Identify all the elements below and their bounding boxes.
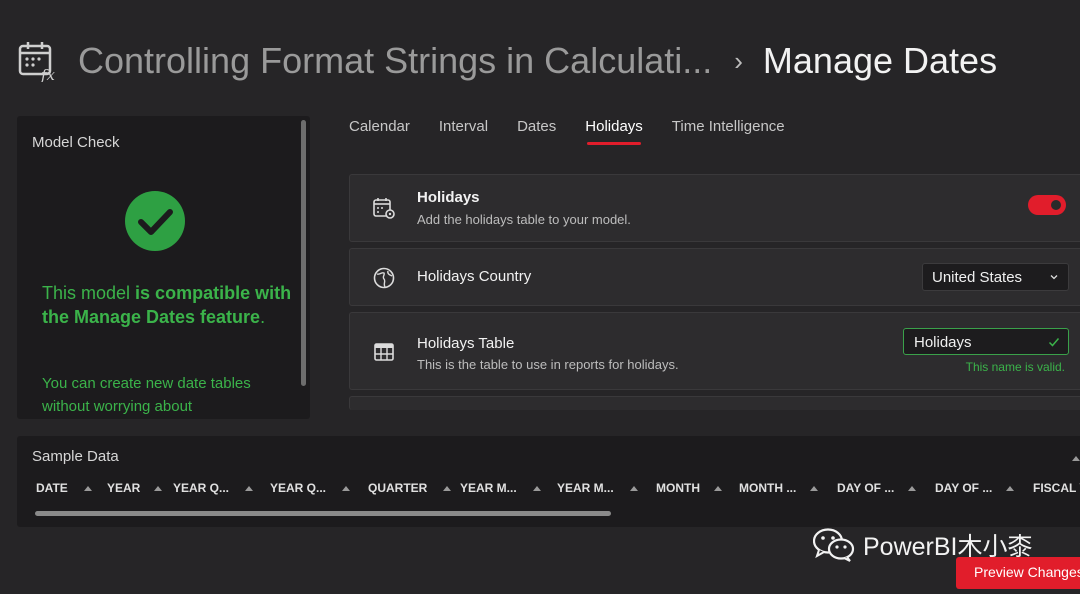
compatibility-prefix: This model [42,283,136,303]
tab-interval[interactable]: Interval [439,118,488,148]
sort-ascending-icon [83,486,92,491]
sort-ascending-icon [154,486,163,491]
chevron-down-icon [1050,275,1058,280]
wechat-icon [813,528,855,562]
svg-text:fx: fx [40,66,56,82]
holidays-title: Holidays [417,189,480,206]
page-title: Manage Dates [762,40,998,81]
column-header[interactable]: DATE [36,481,92,495]
page-header: fx Controlling Format Strings in Calcula… [18,36,1080,86]
holidays-table-name-input[interactable]: Holidays [903,328,1069,355]
holidays-toggle[interactable] [1028,195,1066,215]
preview-changes-button[interactable]: Preview Changes [956,557,1080,589]
checkmark-icon [1048,338,1060,347]
breadcrumb-model[interactable]: Controlling Format Strings in Calculati.… [78,40,712,82]
holidays-setting-card: Holidays Add the holidays table to your … [349,174,1080,242]
model-check-title: Model Check [32,134,120,151]
model-check-scrollbar[interactable] [301,120,306,386]
holidays-description: Add the holidays table to your model. [417,212,631,227]
calendar-fx-icon: fx [18,42,56,82]
sort-ascending-icon [908,486,917,491]
tab-holidays[interactable]: Holidays [585,118,643,148]
globe-icon [373,267,395,289]
holidays-country-select[interactable]: United States [922,263,1069,291]
sort-ascending-icon [443,486,452,491]
column-header[interactable]: YEAR M... [460,481,541,495]
compatibility-detail: You can create new date tables without w… [42,375,251,415]
column-header[interactable]: YEAR [107,481,163,495]
sort-ascending-icon [629,486,638,491]
column-header[interactable]: YEAR M... [557,481,638,495]
settings-tabs: Calendar Interval Dates Holidays Time In… [349,118,814,148]
sort-ascending-icon [810,486,819,491]
compatibility-suffix: . [260,307,266,327]
tab-calendar[interactable]: Calendar [349,118,410,148]
holidays-country-value: United States [932,269,1023,286]
column-header[interactable]: MONTH ... [739,481,819,495]
sample-data-title: Sample Data [32,448,119,465]
next-setting-card [349,396,1080,410]
holidays-country-title: Holidays Country [417,268,532,285]
compatibility-message: This model is compatible with the Manage… [42,281,292,329]
tab-time-intelligence[interactable]: Time Intelligence [672,118,785,148]
holidays-table-title: Holidays Table [417,335,515,352]
column-header[interactable]: YEAR Q... [173,481,254,495]
sort-ascending-icon[interactable] [1072,456,1080,461]
model-check-panel: Model Check This model is compatible wit… [17,116,310,419]
tab-dates[interactable]: Dates [517,118,556,148]
sample-data-scrollbar[interactable] [35,511,611,516]
sort-ascending-icon [714,486,722,491]
column-header[interactable]: QUARTER [368,481,452,495]
column-header[interactable]: DAY OF ... [935,481,1015,495]
holidays-country-card: Holidays Country United States [349,248,1080,306]
column-header[interactable]: FISCAL Y [1033,481,1080,495]
holidays-table-description: This is the table to use in reports for … [417,357,679,372]
table-icon [374,343,394,361]
column-header[interactable]: YEAR Q... [270,481,351,495]
validation-message: This name is valid. [965,360,1065,374]
calendar-gear-icon [373,198,395,219]
column-header[interactable]: DAY OF ... [837,481,917,495]
sort-ascending-icon [245,486,254,491]
sort-ascending-icon [532,486,541,491]
sample-data-panel: Sample Data DATE YEAR YEAR Q... YEAR Q..… [17,436,1080,527]
holidays-table-name-value: Holidays [914,334,972,351]
sort-ascending-icon [342,486,351,491]
column-header[interactable]: MONTH [656,481,722,495]
breadcrumb-separator: › [734,45,743,76]
sort-ascending-icon [1006,486,1015,491]
check-circle-icon [125,191,185,251]
holidays-table-card: Holidays Table This is the table to use … [349,312,1080,390]
sample-data-header-row: DATE YEAR YEAR Q... YEAR Q... QUARTER YE… [36,481,1080,497]
